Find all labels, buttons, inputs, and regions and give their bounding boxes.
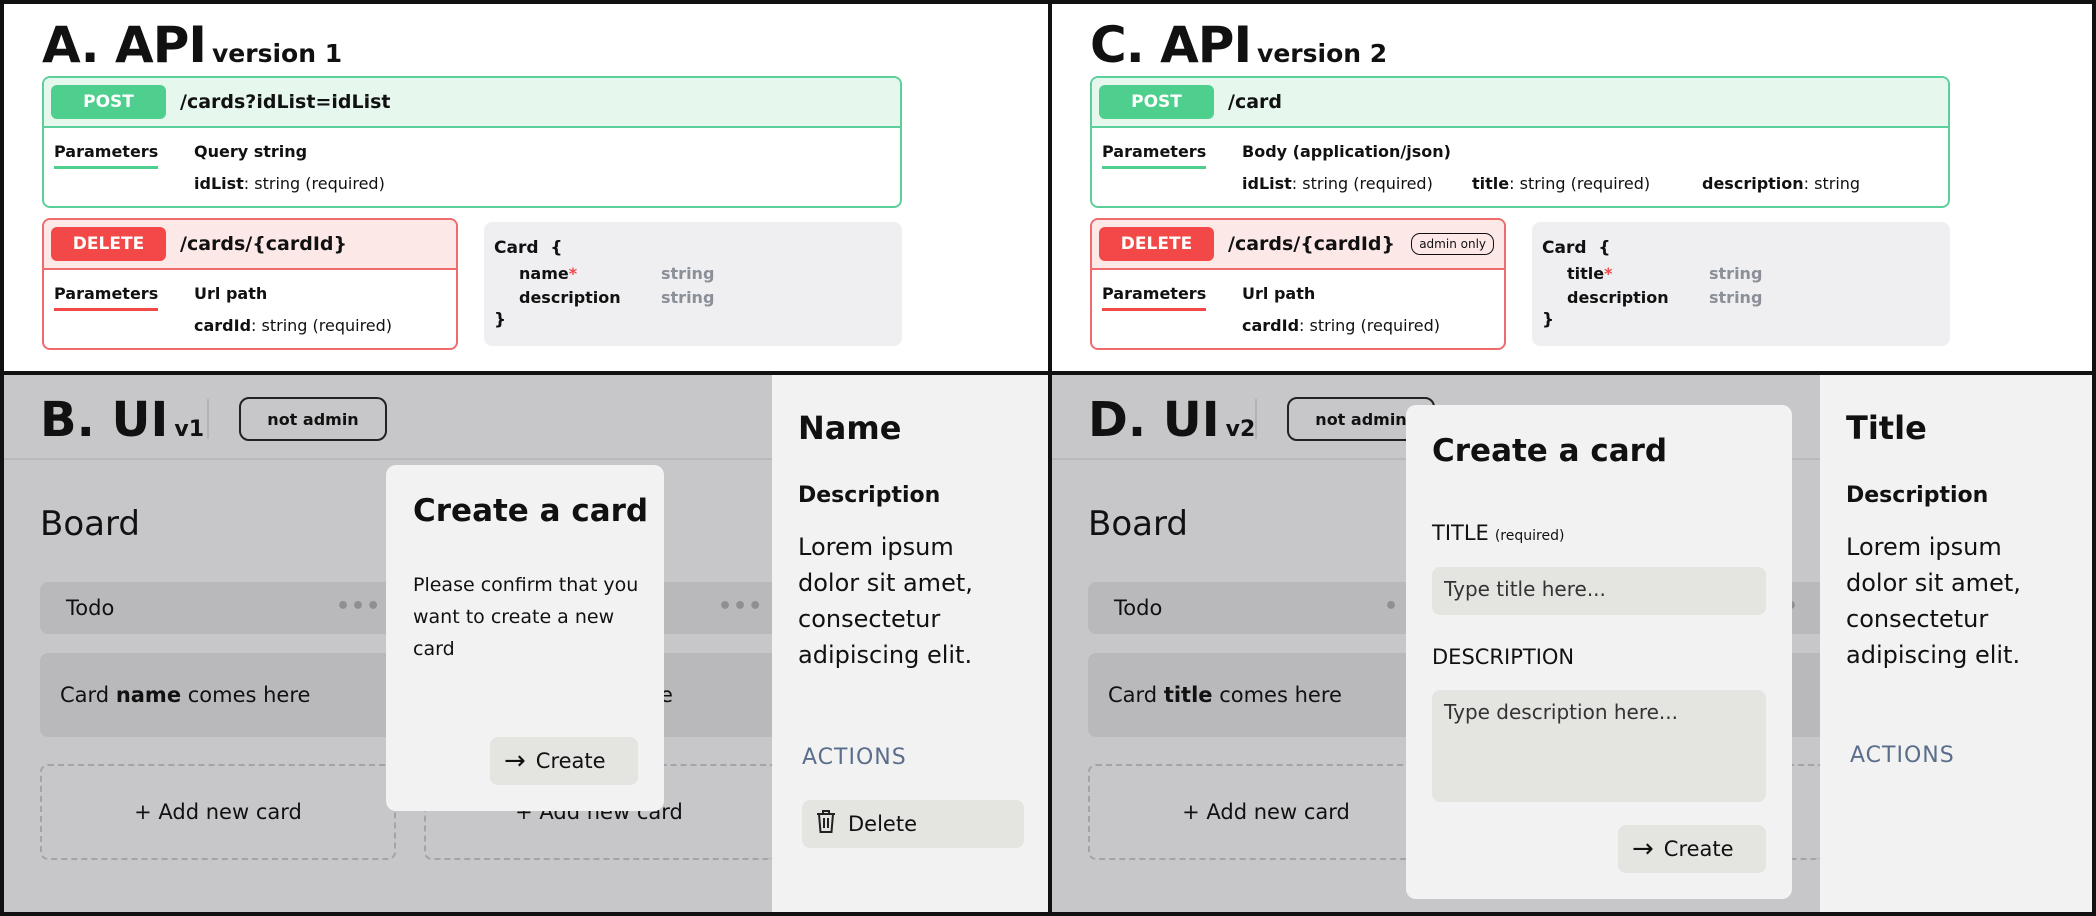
outer-frame bbox=[0, 0, 2096, 916]
